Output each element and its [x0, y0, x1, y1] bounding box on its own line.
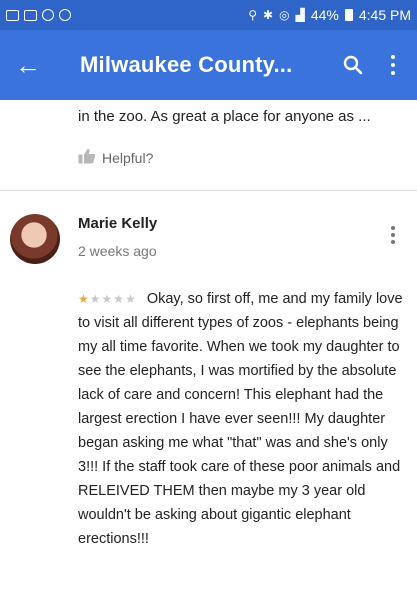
status-bar: ⚲ ✱ ◎ ▟ 44% 4:45 PM — [0, 0, 417, 30]
star-filled-icon: ★ — [78, 292, 90, 306]
app-toolbar: ← Milwaukee County... — [0, 30, 417, 100]
star-empty-icon: ★ — [101, 292, 114, 306]
bluetooth-icon: ✱ — [263, 8, 274, 22]
battery-icon — [344, 9, 353, 21]
helpful-button[interactable]: Helpful? — [78, 148, 153, 167]
review-more-icon[interactable] — [391, 226, 395, 244]
message-icon — [6, 9, 19, 21]
thumbs-up-icon — [78, 148, 96, 167]
app-icon — [59, 9, 71, 21]
signal-icon: ▟ — [295, 8, 305, 22]
system-status: ⚲ ✱ ◎ ▟ 44% 4:45 PM — [248, 7, 411, 23]
page-title: Milwaukee County... — [80, 52, 293, 77]
star-empty-icon: ★ — [113, 292, 126, 306]
notification-icons — [6, 9, 71, 21]
review-content: ★★★★★ Okay, so first off, me and my famil… — [78, 287, 408, 551]
avatar[interactable] — [10, 214, 60, 264]
review-text: Okay, so first off, me and my family lov… — [78, 291, 403, 547]
location-icon: ⚲ — [248, 8, 258, 22]
previous-review-snippet: in the zoo. As great a place for anyone … — [78, 108, 371, 125]
divider — [0, 190, 417, 191]
review-date: 2 weeks ago — [78, 243, 157, 259]
arrow-back-icon[interactable]: ← — [0, 52, 56, 78]
camera-icon — [42, 9, 54, 21]
more-vert-icon[interactable] — [391, 55, 395, 75]
helpful-label: Helpful? — [102, 149, 154, 166]
image-icon — [24, 9, 37, 21]
star-empty-icon: ★ — [125, 292, 137, 306]
battery-percent: 44% — [310, 7, 339, 23]
alarm-icon: ◎ — [279, 8, 290, 22]
star-rating: ★★★★★ — [78, 292, 137, 306]
search-icon[interactable] — [343, 55, 363, 75]
star-empty-icon: ★ — [89, 292, 102, 306]
review-author[interactable]: Marie Kelly — [78, 215, 157, 232]
clock: 4:45 PM — [358, 7, 411, 23]
